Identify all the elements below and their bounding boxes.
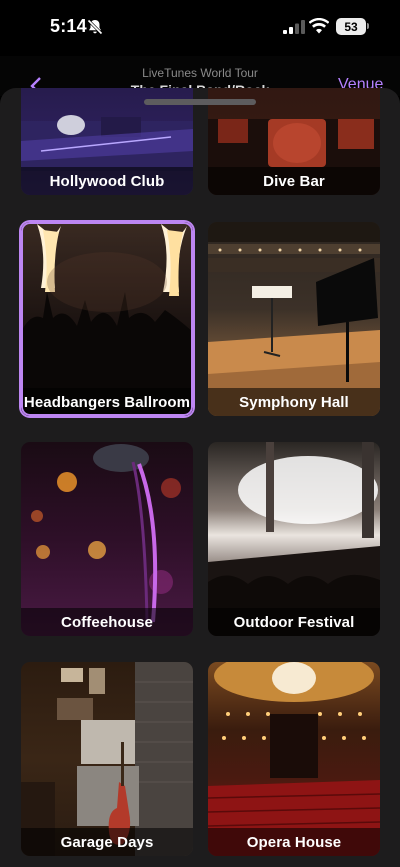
venue-card-coffeehouse[interactable]: Coffeehouse	[21, 442, 193, 636]
venue-label: Coffeehouse	[61, 614, 153, 631]
sheet-grabber[interactable]	[144, 99, 256, 105]
venue-card-symphony-hall[interactable]: Symphony Hall	[208, 222, 380, 416]
battery-level: 53	[336, 18, 366, 35]
venue-image	[21, 662, 193, 856]
venue-image	[21, 224, 193, 416]
bell-slash-icon	[86, 18, 104, 36]
venue-label: Outdoor Festival	[233, 614, 355, 631]
venue-label: Garage Days	[60, 834, 154, 851]
venue-label: Opera House	[246, 834, 342, 851]
status-bar: 5:14 53	[0, 0, 400, 56]
venue-card-garage-days[interactable]: Garage Days	[21, 662, 193, 856]
venue-card-headbangers-ballroom[interactable]: Headbangers Ballroom	[21, 222, 193, 416]
venue-image	[208, 222, 380, 416]
cellular-signal-icon	[283, 20, 305, 34]
venue-label: Dive Bar	[263, 173, 325, 190]
venue-image	[31, 444, 181, 623]
venue-label: Hollywood Club	[49, 173, 165, 190]
venue-card-outdoor-festival[interactable]: Outdoor Festival	[208, 442, 380, 636]
venue-label: Symphony Hall	[239, 394, 349, 411]
status-time: 5:14	[50, 16, 87, 36]
wifi-icon	[309, 18, 329, 34]
battery-nub	[367, 23, 369, 29]
venue-image	[208, 442, 380, 636]
venue-label: Headbangers Ballroom	[23, 394, 191, 411]
venue-picker-sheet: Hollywood Club Dive Bar Headbangers Ball…	[0, 88, 400, 867]
venue-grid-scroll[interactable]: Hollywood Club Dive Bar Headbangers Ball…	[0, 88, 400, 867]
venue-image	[208, 662, 380, 856]
venue-card-opera-house[interactable]: Opera House	[208, 662, 380, 856]
